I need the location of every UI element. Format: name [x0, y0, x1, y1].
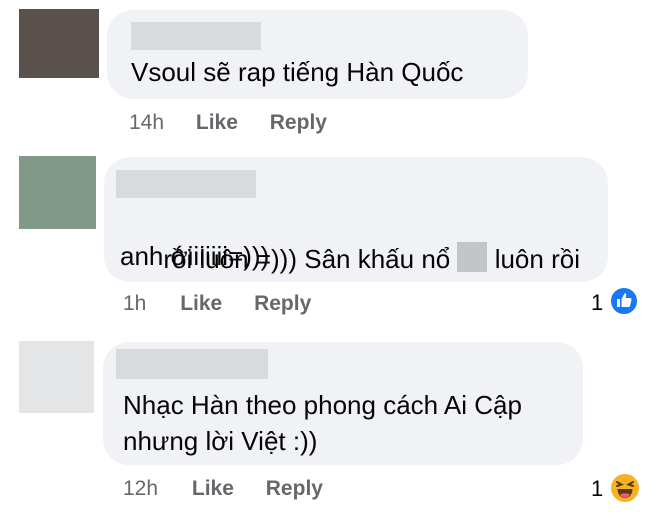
comment-text: Nhạc Hàn theo phong cách Ai Cập — [123, 390, 522, 420]
comment-time[interactable]: 14h — [129, 111, 164, 134]
comment-bubble: Vsoul sẽ rap tiếng Hàn Quốc — [107, 10, 528, 99]
like-button[interactable]: Like — [196, 111, 238, 134]
comment-bubble: Nhạc Hàn theo phong cách Ai Cập nhưng lờ… — [103, 342, 583, 465]
comment-bubble: rồi luôn =))) Sân khấu nổ luôn rồi anh ớ… — [104, 157, 608, 282]
comment-text-part: luôn rồi — [487, 244, 580, 274]
avatar[interactable] — [19, 9, 99, 78]
like-button[interactable]: Like — [192, 477, 234, 500]
like-button[interactable]: Like — [180, 292, 222, 315]
laughing-emoji-icon[interactable] — [609, 472, 641, 504]
author-name-redacted[interactable] — [116, 170, 256, 198]
reply-button[interactable]: Reply — [254, 292, 311, 315]
comment-text: anh ớiiiiiii=))) — [120, 241, 270, 271]
avatar[interactable] — [19, 341, 94, 413]
redacted-word — [457, 242, 488, 272]
comment-meta: 14h Like Reply — [129, 111, 327, 135]
comment-text: Vsoul sẽ rap tiếng Hàn Quốc — [131, 57, 464, 87]
avatar[interactable] — [19, 156, 96, 229]
thumbs-up-icon[interactable] — [609, 286, 639, 316]
comment-time[interactable]: 1h — [123, 292, 146, 315]
comment-meta: 1h Like Reply — [123, 292, 311, 316]
reaction-count[interactable]: 1 — [591, 476, 603, 502]
reply-button[interactable]: Reply — [266, 477, 323, 500]
author-name-redacted[interactable] — [116, 349, 268, 379]
comment-time[interactable]: 12h — [123, 477, 158, 500]
comment-meta: 12h Like Reply — [123, 477, 323, 501]
author-name-redacted[interactable] — [131, 22, 261, 50]
comment-text: nhưng lời Việt :)) — [123, 426, 318, 456]
reaction-count[interactable]: 1 — [591, 290, 603, 316]
reply-button[interactable]: Reply — [270, 111, 327, 134]
